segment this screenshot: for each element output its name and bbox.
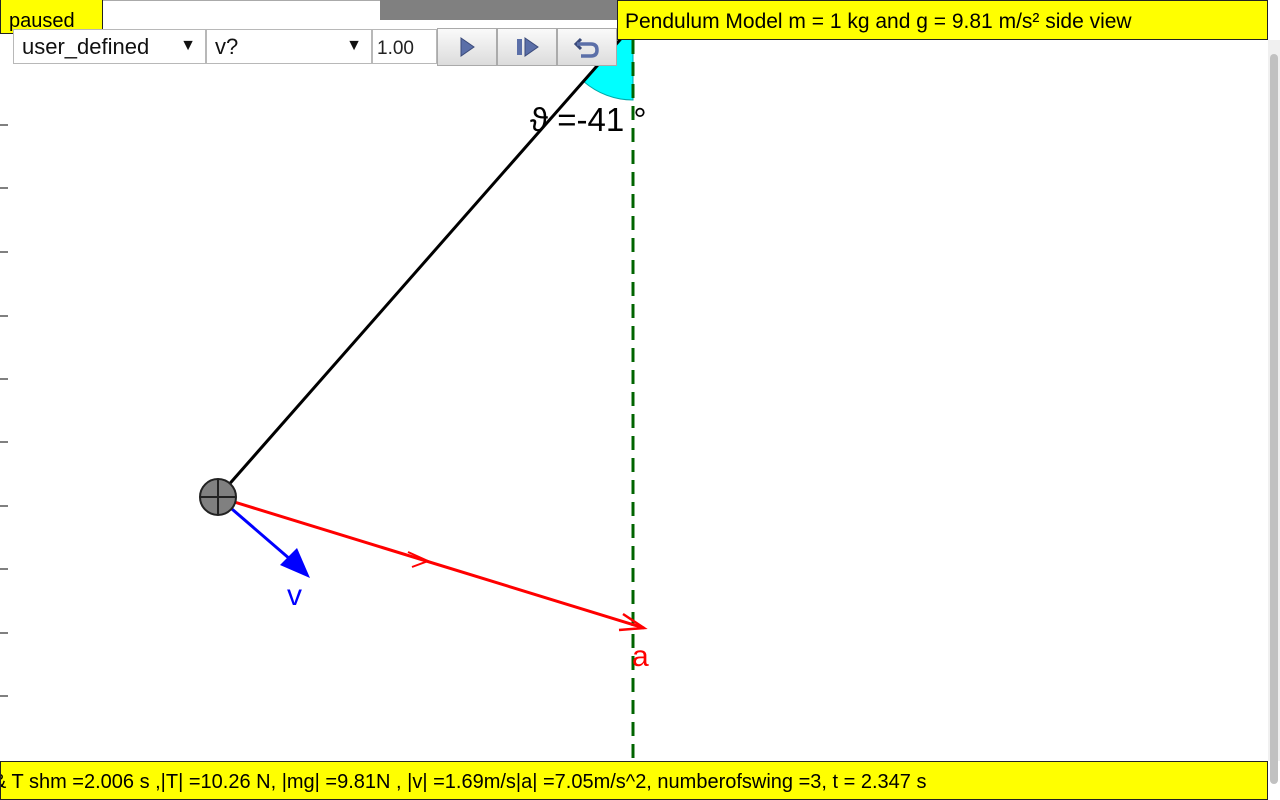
reset-button[interactable] bbox=[557, 28, 617, 66]
page-title: Pendulum Model m = 1 kg and g = 9.81 m/s… bbox=[617, 0, 1268, 40]
speed-input[interactable] bbox=[372, 29, 437, 64]
simulation-stage: ϑ =-41 ° v a paused user_defined ▼ v? ▼ bbox=[0, 0, 1280, 800]
pendulum-bob[interactable] bbox=[199, 478, 237, 516]
chevron-down-icon: ▼ bbox=[180, 37, 196, 54]
play-icon bbox=[460, 37, 475, 57]
angle-label: ϑ =-41 ° bbox=[530, 101, 647, 138]
info-bar-text: & T shm =2.006 s ,|T| =10.26 N, |mg| =9.… bbox=[0, 771, 927, 793]
function-select[interactable]: user_defined ▼ bbox=[13, 29, 206, 64]
vertical-scrollbar[interactable] bbox=[1268, 40, 1280, 784]
function-select-value: user_defined bbox=[22, 34, 150, 59]
left-axis-ticks bbox=[0, 124, 8, 697]
scrollbar-thumb[interactable] bbox=[1270, 54, 1278, 784]
variable-select-value: v? bbox=[215, 34, 239, 59]
variable-select[interactable]: v? ▼ bbox=[206, 29, 372, 64]
top-gray-strip bbox=[380, 0, 617, 20]
velocity-label: v bbox=[287, 579, 302, 612]
step-forward-icon bbox=[517, 37, 539, 57]
pendulum-string[interactable] bbox=[216, 24, 635, 498]
pendulum-canvas: ϑ =-41 ° v a bbox=[0, 23, 1142, 800]
info-bar: & T shm =2.006 s ,|T| =10.26 N, |mg| =9.… bbox=[0, 761, 1268, 800]
control-bar: user_defined ▼ v? ▼ bbox=[13, 28, 617, 67]
top-panel-strip bbox=[103, 0, 380, 29]
play-button[interactable] bbox=[437, 28, 497, 66]
chevron-down-icon: ▼ bbox=[346, 37, 362, 54]
acceleration-label: a bbox=[632, 640, 649, 673]
step-forward-button[interactable] bbox=[497, 28, 557, 66]
reset-icon bbox=[573, 37, 599, 58]
